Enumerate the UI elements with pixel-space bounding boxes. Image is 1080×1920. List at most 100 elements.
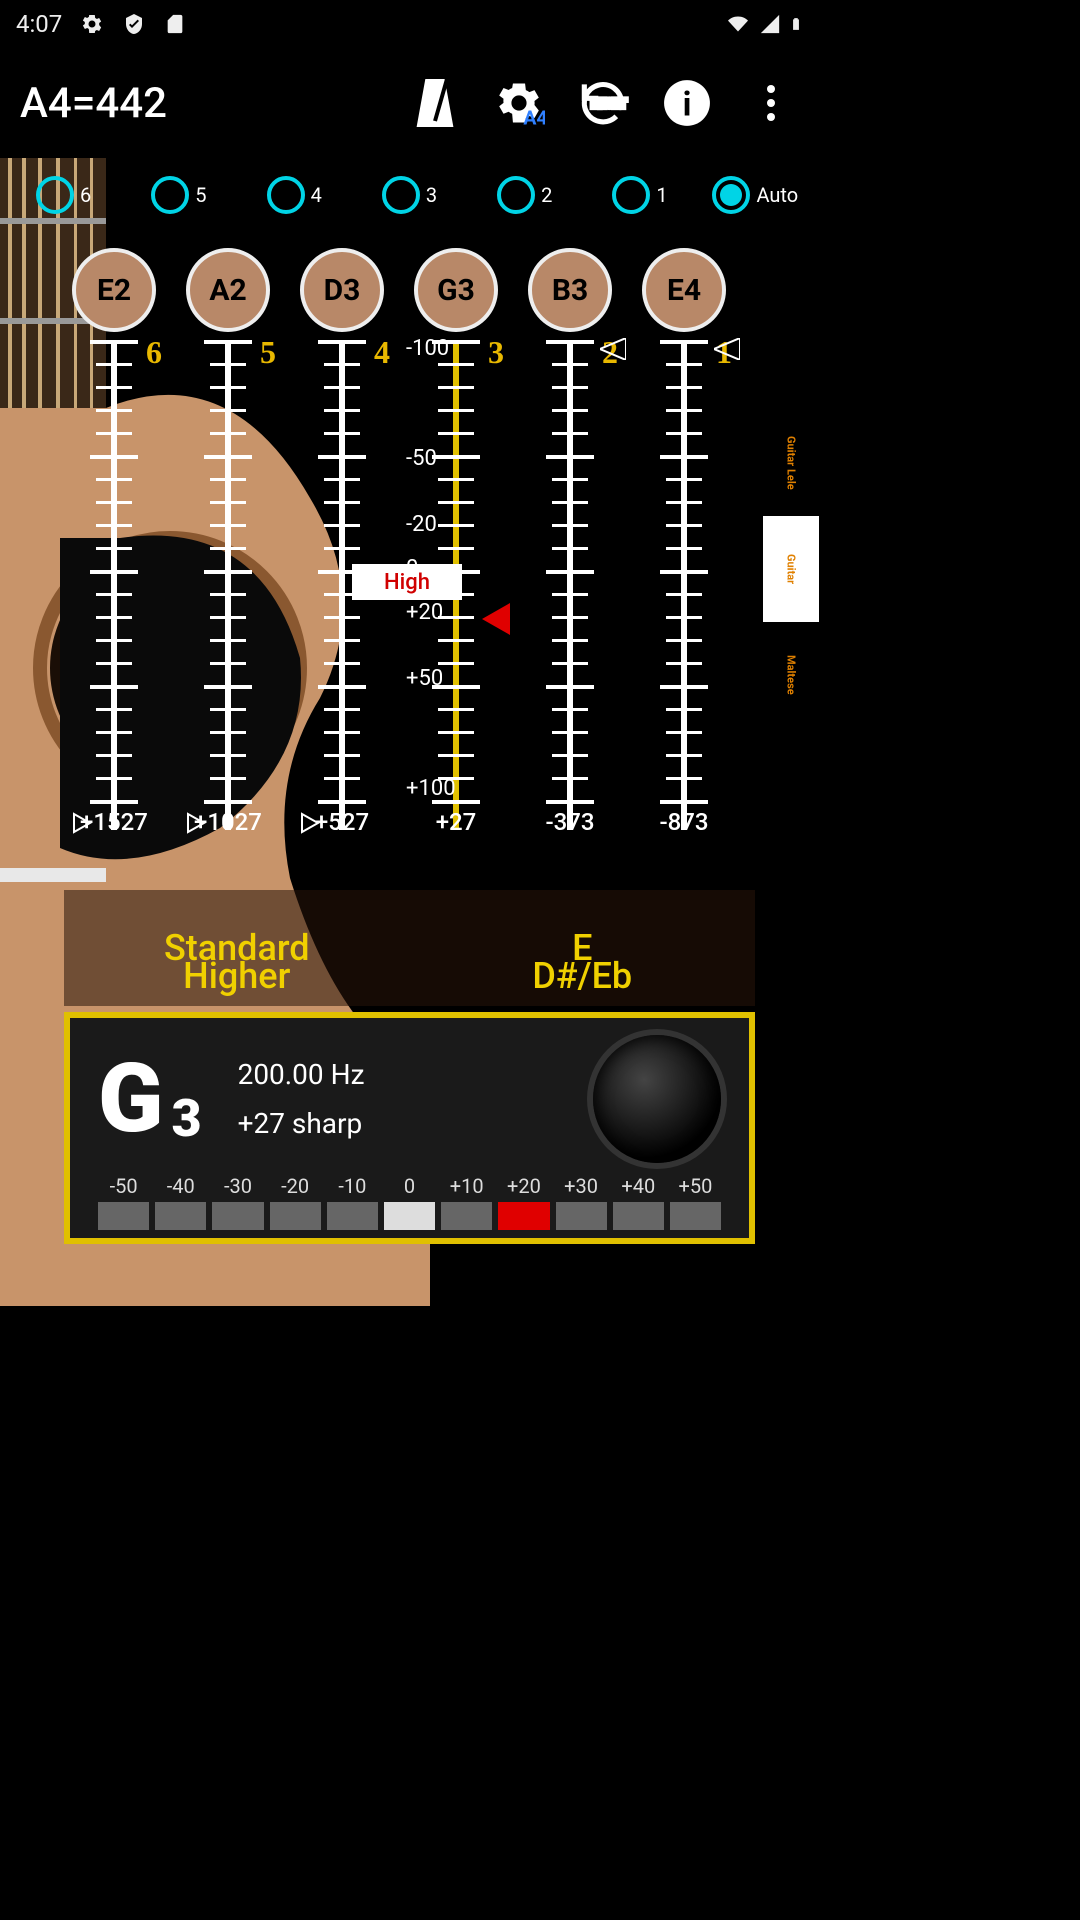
string-button-A2[interactable]: A2 <box>186 248 270 332</box>
offset-D3: +527 <box>300 808 384 836</box>
string-buttons-row: E2 A2 D3 G3 B3 E4 <box>72 248 726 332</box>
signal-icon <box>759 13 781 35</box>
meter-label: +50 <box>679 1174 713 1198</box>
meter-cell: -30 <box>212 1174 263 1230</box>
meter-box <box>327 1202 378 1230</box>
settings-a4-icon[interactable]: A4 <box>491 75 547 131</box>
meter-cell: +20 <box>498 1174 549 1230</box>
cent-meter: -50-40 -30 -20 -10 0 +10 +20 +30 +40 +50 <box>98 1170 721 1230</box>
meter-cell: +10 <box>441 1174 492 1230</box>
play-icon[interactable] <box>72 812 92 834</box>
status-bar: 4:07 <box>0 0 819 48</box>
string-button-B3[interactable]: B3 <box>528 248 612 332</box>
radio-circle-icon <box>612 176 650 214</box>
meter-box <box>670 1202 721 1230</box>
app-bar: A4=442 A4 RESET i <box>0 48 819 158</box>
app-title: A4=442 <box>20 79 167 128</box>
string-number: 4 <box>374 334 390 371</box>
radio-circle-icon <box>151 176 189 214</box>
reset-icon[interactable]: RESET <box>575 75 631 131</box>
radio-label: 1 <box>656 183 667 207</box>
string-radio-5[interactable]: 5 <box>121 176 236 214</box>
radio-label: 3 <box>426 183 437 207</box>
frequency-label: 200.00 Hz <box>238 1058 365 1091</box>
radio-label: 6 <box>80 183 91 207</box>
offset-value: -873 <box>642 808 726 836</box>
meter-label: -20 <box>281 1174 309 1198</box>
more-icon[interactable] <box>743 75 799 131</box>
string-selector-row: 6 5 4 3 2 1 Auto <box>0 176 819 214</box>
meter-box <box>98 1202 149 1230</box>
string-marker-1 <box>714 338 740 360</box>
radio-circle-icon <box>497 176 535 214</box>
offset-value: -373 <box>528 808 612 836</box>
svg-text:A4: A4 <box>523 107 545 129</box>
tuning-key-next: D#/Eb <box>410 948 756 1004</box>
shield-icon <box>122 12 146 36</box>
radio-circle-icon <box>382 176 420 214</box>
meter-cell: 0 <box>384 1174 435 1230</box>
tuner-knob[interactable] <box>593 1035 721 1163</box>
current-pitch-pointer <box>482 603 510 635</box>
high-indicator: High <box>352 564 462 600</box>
string-button-E4[interactable]: E4 <box>642 248 726 332</box>
tuning-name-next: Higher <box>64 948 410 1004</box>
svg-text:i: i <box>683 86 692 125</box>
meter-box <box>498 1202 549 1230</box>
cents-label: +27 sharp <box>238 1107 365 1140</box>
meter-label: 0 <box>404 1174 415 1198</box>
string-radio-Auto[interactable]: Auto <box>698 176 813 214</box>
meter-cell: -50 <box>98 1174 149 1230</box>
radio-label: 2 <box>541 183 552 207</box>
wifi-icon <box>725 14 751 34</box>
string-button-G3[interactable]: G3 <box>414 248 498 332</box>
string-button-D3[interactable]: D3 <box>300 248 384 332</box>
string-radio-2[interactable]: 2 <box>467 176 582 214</box>
meter-cell: -20 <box>270 1174 321 1230</box>
string-radio-4[interactable]: 4 <box>237 176 352 214</box>
string-number: 5 <box>260 334 276 371</box>
badge-guitar-lele[interactable]: Guitar Lele <box>763 410 819 516</box>
metronome-icon[interactable] <box>407 75 463 131</box>
meter-label: +30 <box>564 1174 598 1198</box>
offset-value: +27 <box>414 808 498 836</box>
meter-cell: +30 <box>556 1174 607 1230</box>
string-radio-6[interactable]: 6 <box>6 176 121 214</box>
meter-box <box>384 1202 435 1230</box>
string-number: 6 <box>146 334 162 371</box>
radio-label: Auto <box>756 183 798 207</box>
string-radio-3[interactable]: 3 <box>352 176 467 214</box>
string-button-E2[interactable]: E2 <box>72 248 156 332</box>
badge-maltese[interactable]: Maltese <box>763 622 819 728</box>
meter-cell: -40 <box>155 1174 206 1230</box>
meter-label: +20 <box>507 1174 541 1198</box>
radio-circle-icon <box>712 176 750 214</box>
radio-label: 4 <box>311 183 322 207</box>
scale-col-6: 6 <box>72 340 156 830</box>
play-icon[interactable] <box>300 812 320 834</box>
tuning-picker-row2[interactable]: Higher D#/Eb <box>64 948 755 1004</box>
meter-box <box>613 1202 664 1230</box>
main-area: 654321Auto E2A2D3G3B3E4 654321 -100 -50 … <box>0 158 819 1306</box>
meter-label: +40 <box>621 1174 655 1198</box>
info-icon[interactable]: i <box>659 75 715 131</box>
meter-box <box>270 1202 321 1230</box>
badge-guitar[interactable]: Guitar <box>763 516 819 622</box>
scale-col-2: 2 <box>528 340 612 830</box>
readout-panel: G 3 200.00 Hz +27 sharp -50-40-30-20-100… <box>64 1012 755 1244</box>
scale-col-1: 1 <box>642 340 726 830</box>
offset-G3: +27 <box>414 808 498 836</box>
radio-circle-icon <box>267 176 305 214</box>
meter-cell: -10 <box>327 1174 378 1230</box>
meter-box <box>556 1202 607 1230</box>
string-radio-1[interactable]: 1 <box>582 176 697 214</box>
cent-offsets-row: +1527+1027+527+27-373-873 <box>72 808 726 836</box>
svg-text:RESET: RESET <box>591 97 626 111</box>
play-icon[interactable] <box>186 812 206 834</box>
meter-cell: +50 <box>670 1174 721 1230</box>
meter-label: -10 <box>338 1174 366 1198</box>
offset-A2: +1027 <box>186 808 270 836</box>
meter-cell: +40 <box>613 1174 664 1230</box>
radio-label: 5 <box>195 183 206 207</box>
meter-label: -30 <box>224 1174 252 1198</box>
